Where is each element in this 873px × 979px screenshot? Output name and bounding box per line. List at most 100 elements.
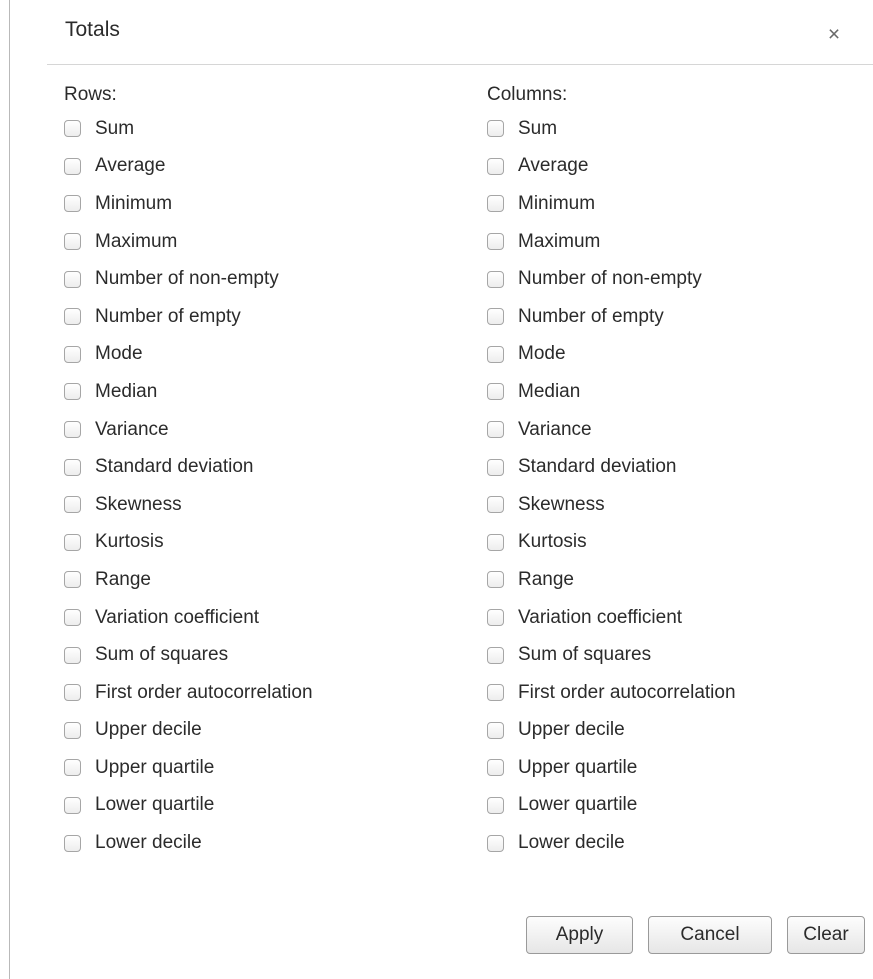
rows-checkbox-average[interactable] (64, 157, 81, 175)
close-icon[interactable]: × (821, 22, 847, 48)
rows-option-standard-deviation[interactable]: Standard deviation (64, 448, 313, 486)
columns-checkbox-kurtosis[interactable] (487, 533, 504, 551)
rows-option-label: Maximum (95, 230, 178, 252)
rows-option-number-of-empty[interactable]: Number of empty (64, 298, 313, 336)
columns-option-median[interactable]: Median (487, 373, 736, 411)
rows-checkbox-first-order-autocorrelation[interactable] (64, 684, 81, 702)
rows-option-sum[interactable]: Sum (64, 110, 313, 148)
columns-checkbox-maximum[interactable] (487, 233, 504, 251)
rows-option-upper-quartile[interactable]: Upper quartile (64, 749, 313, 787)
columns-option-number-of-non-empty[interactable]: Number of non-empty (487, 260, 736, 298)
rows-option-lower-quartile[interactable]: Lower quartile (64, 787, 313, 825)
rows-option-label: Number of empty (95, 305, 241, 327)
rows-option-range[interactable]: Range (64, 561, 313, 599)
clear-button[interactable]: Clear (787, 916, 865, 954)
rows-checkbox-skewness[interactable] (64, 496, 81, 514)
columns-option-label: Minimum (518, 192, 596, 214)
rows-checkbox-mode[interactable] (64, 345, 81, 363)
rows-option-maximum[interactable]: Maximum (64, 223, 313, 261)
columns-option-label: First order autocorrelation (518, 681, 736, 703)
rows-checkbox-sum-of-squares[interactable] (64, 646, 81, 664)
rows-checkbox-kurtosis[interactable] (64, 533, 81, 551)
columns-checkbox-number-of-empty[interactable] (487, 308, 504, 326)
rows-checkbox-median[interactable] (64, 383, 81, 401)
columns-option-number-of-empty[interactable]: Number of empty (487, 298, 736, 336)
columns-checkbox-upper-quartile[interactable] (487, 759, 504, 777)
rows-option-label: Minimum (95, 192, 173, 214)
columns-option-maximum[interactable]: Maximum (487, 223, 736, 261)
rows-checkbox-range[interactable] (64, 571, 81, 589)
columns-option-first-order-autocorrelation[interactable]: First order autocorrelation (487, 674, 736, 712)
columns-option-range[interactable]: Range (487, 561, 736, 599)
button-row: Apply Cancel Clear (526, 916, 865, 954)
rows-column: Rows: Sum Average Minimum Maximum Number of … (64, 80, 313, 862)
rows-checkbox-minimum[interactable] (64, 195, 81, 213)
totals-dialog: Totals × Rows: Sum Average Minimum Maximum N… (9, 0, 873, 979)
columns-option-sum[interactable]: Sum (487, 110, 736, 148)
rows-option-variation-coefficient[interactable]: Variation coefficient (64, 599, 313, 637)
columns-option-sum-of-squares[interactable]: Sum of squares (487, 636, 736, 674)
columns-option-average[interactable]: Average (487, 148, 736, 186)
columns-checkbox-lower-decile[interactable] (487, 834, 504, 852)
columns-option-variation-coefficient[interactable]: Variation coefficient (487, 599, 736, 637)
columns-option-label: Lower decile (518, 832, 625, 854)
rows-checkbox-number-of-empty[interactable] (64, 308, 81, 326)
columns-option-variance[interactable]: Variance (487, 411, 736, 449)
rows-option-label: Skewness (95, 493, 182, 515)
rows-checkbox-sum[interactable] (64, 120, 81, 138)
rows-option-skewness[interactable]: Skewness (64, 486, 313, 524)
columns-option-mode[interactable]: Mode (487, 336, 736, 374)
columns-option-skewness[interactable]: Skewness (487, 486, 736, 524)
rows-checkbox-maximum[interactable] (64, 233, 81, 251)
columns-checkbox-variation-coefficient[interactable] (487, 609, 504, 627)
columns-checkbox-skewness[interactable] (487, 496, 504, 514)
rows-checkbox-lower-decile[interactable] (64, 834, 81, 852)
columns-checkbox-range[interactable] (487, 571, 504, 589)
rows-checkbox-lower-quartile[interactable] (64, 796, 81, 814)
rows-option-median[interactable]: Median (64, 373, 313, 411)
columns-checkbox-sum[interactable] (487, 120, 504, 138)
rows-checkbox-standard-deviation[interactable] (64, 458, 81, 476)
columns-option-upper-decile[interactable]: Upper decile (487, 712, 736, 750)
columns-checkbox-average[interactable] (487, 157, 504, 175)
rows-option-first-order-autocorrelation[interactable]: First order autocorrelation (64, 674, 313, 712)
apply-button[interactable]: Apply (526, 916, 633, 954)
dialog-header: Totals × (10, 0, 873, 64)
rows-option-label: Standard deviation (95, 456, 254, 478)
columns-option-label: Upper decile (518, 719, 625, 741)
columns-option-lower-quartile[interactable]: Lower quartile (487, 787, 736, 825)
columns-checkbox-median[interactable] (487, 383, 504, 401)
rows-checkbox-variance[interactable] (64, 421, 81, 439)
columns-option-label: Range (518, 568, 574, 590)
rows-option-kurtosis[interactable]: Kurtosis (64, 524, 313, 562)
rows-option-mode[interactable]: Mode (64, 336, 313, 374)
columns-checkbox-upper-decile[interactable] (487, 721, 504, 739)
rows-option-label: Sum (95, 117, 135, 139)
columns-checkbox-sum-of-squares[interactable] (487, 646, 504, 664)
columns-option-label: Maximum (518, 230, 601, 252)
columns-checkbox-minimum[interactable] (487, 195, 504, 213)
columns-checkbox-number-of-non-empty[interactable] (487, 270, 504, 288)
columns-checkbox-mode[interactable] (487, 345, 504, 363)
rows-option-sum-of-squares[interactable]: Sum of squares (64, 636, 313, 674)
rows-option-upper-decile[interactable]: Upper decile (64, 712, 313, 750)
rows-option-number-of-non-empty[interactable]: Number of non-empty (64, 260, 313, 298)
columns-option-standard-deviation[interactable]: Standard deviation (487, 448, 736, 486)
rows-option-lower-decile[interactable]: Lower decile (64, 824, 313, 862)
rows-checkbox-number-of-non-empty[interactable] (64, 270, 81, 288)
columns-option-lower-decile[interactable]: Lower decile (487, 824, 736, 862)
columns-option-kurtosis[interactable]: Kurtosis (487, 524, 736, 562)
columns-checkbox-lower-quartile[interactable] (487, 796, 504, 814)
rows-option-variance[interactable]: Variance (64, 411, 313, 449)
rows-checkbox-variation-coefficient[interactable] (64, 609, 81, 627)
rows-checkbox-upper-decile[interactable] (64, 721, 81, 739)
columns-option-upper-quartile[interactable]: Upper quartile (487, 749, 736, 787)
rows-option-minimum[interactable]: Minimum (64, 185, 313, 223)
columns-checkbox-first-order-autocorrelation[interactable] (487, 684, 504, 702)
rows-checkbox-upper-quartile[interactable] (64, 759, 81, 777)
columns-option-minimum[interactable]: Minimum (487, 185, 736, 223)
cancel-button[interactable]: Cancel (648, 916, 772, 954)
rows-option-average[interactable]: Average (64, 148, 313, 186)
columns-checkbox-standard-deviation[interactable] (487, 458, 504, 476)
columns-checkbox-variance[interactable] (487, 421, 504, 439)
